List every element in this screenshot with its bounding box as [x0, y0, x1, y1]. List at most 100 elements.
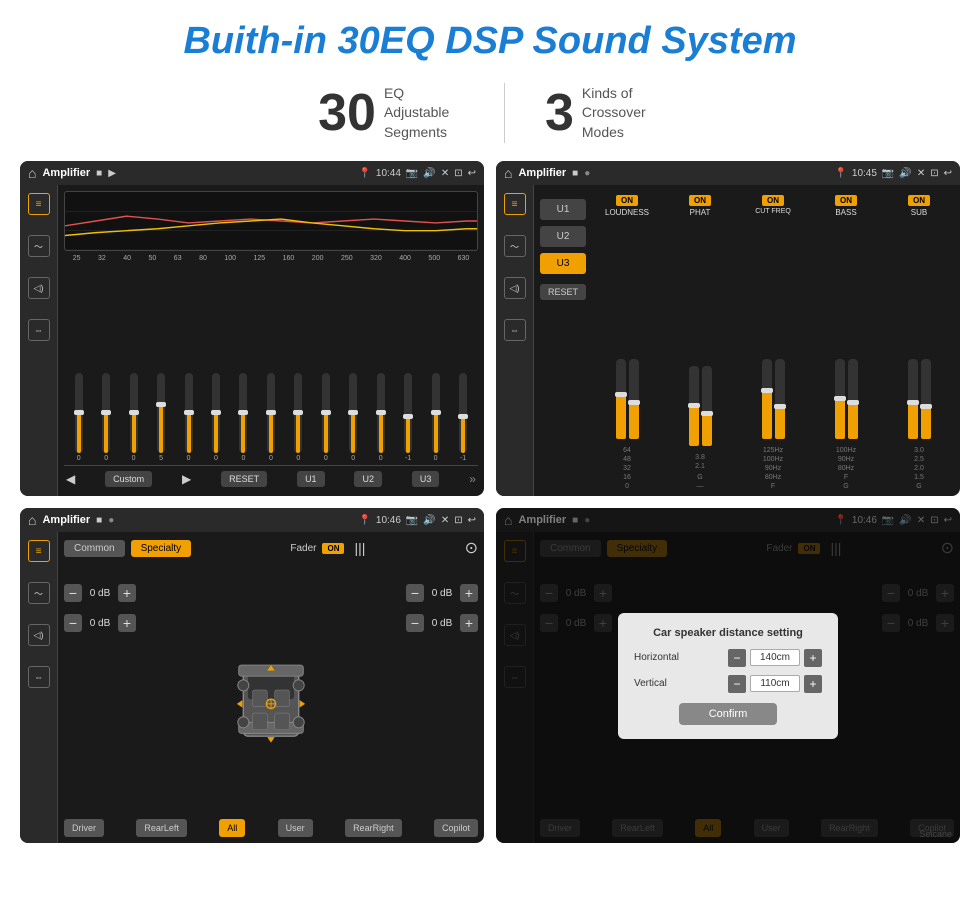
eq-slider-track-6[interactable]: [239, 373, 247, 453]
back-icon-1[interactable]: ↩: [468, 168, 476, 179]
eq-slider-track-4[interactable]: [185, 373, 193, 453]
channels-grid: ON LOUDNESS: [592, 191, 954, 490]
cutfreq-slider-1[interactable]: [762, 359, 772, 439]
eq-slider-track-10[interactable]: [349, 373, 357, 453]
user-btn[interactable]: User: [278, 819, 313, 837]
bass-on-badge[interactable]: ON: [835, 195, 857, 206]
home-icon-1[interactable]: ⌂: [28, 165, 36, 181]
db-plus-2[interactable]: +: [118, 614, 136, 632]
sub-slider-1[interactable]: [908, 359, 918, 439]
u3-btn-1[interactable]: U3: [412, 471, 440, 487]
phat-slider-1[interactable]: [689, 366, 699, 446]
all-btn[interactable]: All: [219, 819, 245, 837]
vertical-plus-btn[interactable]: +: [804, 675, 822, 693]
db-minus-1[interactable]: −: [64, 584, 82, 602]
back-icon-3[interactable]: ↩: [468, 515, 476, 526]
user-icon[interactable]: ⊙: [465, 538, 478, 558]
rearleft-btn[interactable]: RearLeft: [136, 819, 187, 837]
phat-slider-2[interactable]: [702, 366, 712, 446]
confirm-button[interactable]: Confirm: [679, 703, 778, 725]
eq-slider-track-2[interactable]: [130, 373, 138, 453]
eq-sidebar-icon-3[interactable]: ◁): [28, 277, 50, 299]
play-icon-1[interactable]: ■: [96, 168, 102, 179]
speaker-sidebar-icon-3[interactable]: ◁): [28, 624, 50, 646]
db-plus-1[interactable]: +: [118, 584, 136, 602]
eq-slider-track-11[interactable]: [377, 373, 385, 453]
home-icon-2[interactable]: ⌂: [504, 165, 512, 181]
u2-btn-2[interactable]: U2: [540, 226, 586, 247]
eq-slider-track-14[interactable]: [459, 373, 467, 453]
eq-slider-track-7[interactable]: [267, 373, 275, 453]
back-icon-2[interactable]: ↩: [944, 168, 952, 179]
driver-btn[interactable]: Driver: [64, 819, 104, 837]
sub-slider-2[interactable]: [921, 359, 931, 439]
db-minus-4[interactable]: −: [406, 614, 424, 632]
loudness-slider-1[interactable]: [616, 359, 626, 439]
rearright-btn[interactable]: RearRight: [345, 819, 402, 837]
db-minus-2[interactable]: −: [64, 614, 82, 632]
speaker-sidebar-icon-2[interactable]: 〜: [28, 582, 50, 604]
screen3-time: 10:46: [376, 515, 401, 526]
horizontal-plus-btn[interactable]: +: [804, 649, 822, 667]
u2-btn-1[interactable]: U2: [354, 471, 382, 487]
eq-slider-track-13[interactable]: [432, 373, 440, 453]
eq-slider-track-9[interactable]: [322, 373, 330, 453]
eq-sidebar-icon-1[interactable]: ≡: [28, 193, 50, 215]
close-icon-2[interactable]: ✕: [917, 168, 925, 179]
db-minus-3[interactable]: −: [406, 584, 424, 602]
u-buttons-col: U1 U2 U3 RESET: [540, 191, 588, 490]
u1-btn-1[interactable]: U1: [297, 471, 325, 487]
next-btn[interactable]: ▶: [182, 472, 191, 486]
crossover-sidebar-icon-1[interactable]: ≡: [504, 193, 526, 215]
bass-slider-1[interactable]: [835, 359, 845, 439]
phat-on-badge[interactable]: ON: [689, 195, 711, 206]
common-mode-btn[interactable]: Common: [64, 540, 125, 557]
camera-icon-1: 📷: [406, 168, 418, 179]
db-row-4: − 0 dB +: [406, 614, 478, 632]
speaker-sidebar-icon-4[interactable]: ⇔: [28, 666, 50, 688]
vertical-value: 110cm: [750, 675, 800, 692]
eq-sidebar-icon-2[interactable]: 〜: [28, 235, 50, 257]
eq-sidebar-icon-4[interactable]: ⇔: [28, 319, 50, 341]
close-icon-1[interactable]: ✕: [441, 168, 449, 179]
expand-icon-1[interactable]: ⊡: [454, 168, 462, 179]
preset-label[interactable]: Custom: [105, 471, 152, 487]
u3-btn-2[interactable]: U3: [540, 253, 586, 274]
stat-crossover-desc: Kinds of Crossover Modes: [582, 84, 662, 143]
home-icon-3[interactable]: ⌂: [28, 512, 36, 528]
horizontal-minus-btn[interactable]: −: [728, 649, 746, 667]
eq-slider-track-12[interactable]: [404, 373, 412, 453]
bass-slider-2[interactable]: [848, 359, 858, 439]
u1-btn-2[interactable]: U1: [540, 199, 586, 220]
db-plus-3[interactable]: +: [460, 584, 478, 602]
eq-slider-track-0[interactable]: [75, 373, 83, 453]
cutfreq-on-badge[interactable]: ON: [762, 195, 784, 206]
eq-slider-track-5[interactable]: [212, 373, 220, 453]
loudness-on-badge[interactable]: ON: [616, 195, 638, 206]
sub-on-badge[interactable]: ON: [908, 195, 930, 206]
db-plus-4[interactable]: +: [460, 614, 478, 632]
speaker-sidebar-icon-1[interactable]: ≡: [28, 540, 50, 562]
reset-btn-2[interactable]: RESET: [540, 284, 586, 300]
eq-slider-track-1[interactable]: [102, 373, 110, 453]
loudness-slider-2[interactable]: [629, 359, 639, 439]
fader-bars-icon[interactable]: |||: [354, 540, 365, 556]
eq-slider-track-3[interactable]: [157, 373, 165, 453]
reset-btn-1[interactable]: RESET: [221, 471, 267, 487]
prev-btn[interactable]: ◀: [66, 472, 75, 486]
expand-icon-3[interactable]: ⊡: [454, 515, 462, 526]
copilot-btn[interactable]: Copilot: [434, 819, 478, 837]
specialty-mode-btn[interactable]: Specialty: [131, 540, 192, 557]
crossover-sidebar-icon-3[interactable]: ◁): [504, 277, 526, 299]
db-row-3: − 0 dB +: [406, 584, 478, 602]
eq-slider-track-8[interactable]: [294, 373, 302, 453]
vertical-minus-btn[interactable]: −: [728, 675, 746, 693]
fader-label: Fader: [290, 543, 316, 554]
close-icon-3[interactable]: ✕: [441, 515, 449, 526]
crossover-sidebar-icon-2[interactable]: 〜: [504, 235, 526, 257]
double-arrow-icon[interactable]: [469, 470, 476, 488]
crossover-sidebar-icon-4[interactable]: ⇔: [504, 319, 526, 341]
cutfreq-slider-2[interactable]: [775, 359, 785, 439]
play-icon-2[interactable]: ▶: [108, 168, 116, 179]
expand-icon-2[interactable]: ⊡: [930, 168, 938, 179]
